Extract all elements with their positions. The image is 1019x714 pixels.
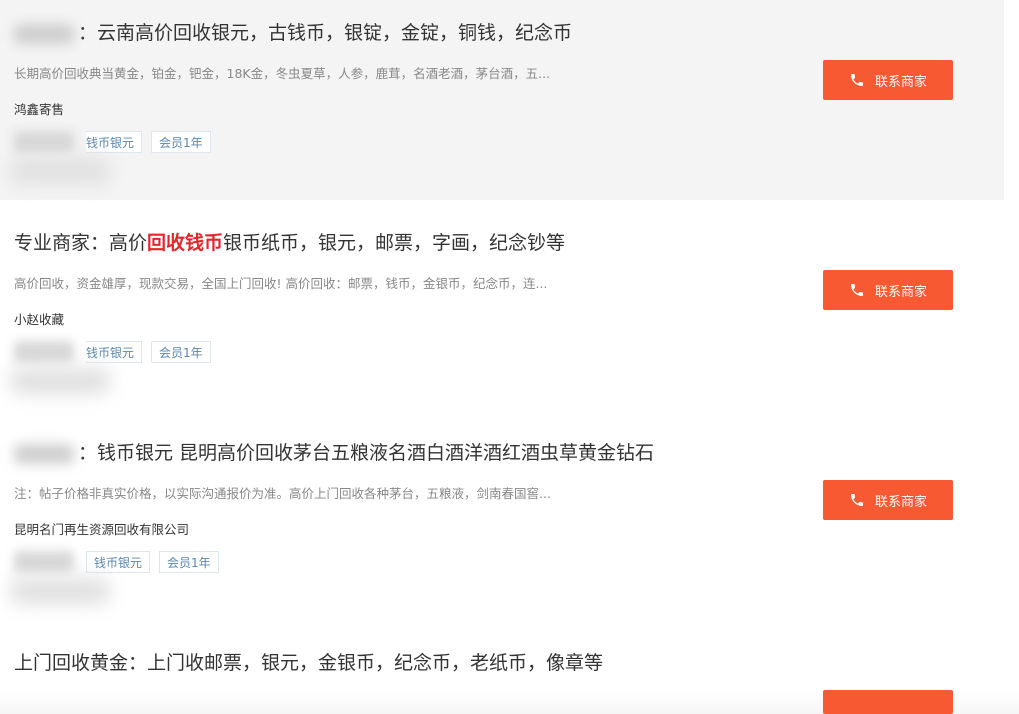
phone-icon [850,284,863,296]
listing-description: 注：帖子价格非真实价格，以实际沟通报价为准。高价上门回收各种茅台，五粮液，剑南春… [14,486,551,501]
blurred-label [14,23,74,44]
company-name[interactable]: 昆明名门再生资源回收有限公司 [14,519,189,538]
title-prefix: ： [78,442,98,464]
contact-button-label: 联系商家 [874,74,927,90]
contact-button-label: 联系商家 [874,284,927,300]
title-main: 上门收邮票，银元，金银币，纪念币，老纸币，像章等 [147,652,604,674]
blurred-badge [10,158,110,184]
blurred-badge [10,578,110,604]
title-prefix: 上门回收黄金： [14,652,148,674]
tag-category[interactable]: 钱币银元 [86,131,143,153]
tag-membership: 会员1年 [151,131,211,153]
tag-category[interactable]: 钱币银元 [86,551,151,573]
tag-row: 钱币银元 会员1年 [14,340,220,364]
listing-description: 高价回收，资金雄厚，现款交易，全国上门回收! 高价回收：邮票，钱币，金银币，纪念… [14,276,548,291]
title-prefix: ： [78,22,98,44]
listing-description: 长期高价回收典当黄金，铂金，钯金，18K金，冬虫夏草，人参，鹿茸，名酒老酒，茅台… [14,66,551,81]
blurred-tag [14,551,74,573]
blurred-tag [14,341,74,363]
title-main: 钱币银元 昆明高价回收茅台五粮液名酒白酒洋酒红酒虫草黄金钻石 [97,442,655,464]
title-main: 云南高价回收银元，古钱币，银锭，金锭，铜钱，纪念币 [97,22,573,44]
title-prefix: 专业商家： [14,232,110,254]
listing-title[interactable]: ：云南高价回收银元，古钱币，银锭，金锭，铜钱，纪念币 [14,20,572,46]
listing-title[interactable]: 上门回收黄金：上门收邮票，银元，金银币，纪念币，老纸币，像章等 [14,650,603,676]
contact-merchant-button[interactable]: 联系商家 [823,270,953,310]
contact-merchant-button[interactable]: 联系商家 [823,60,953,100]
blurred-tag [14,131,74,153]
phone-icon [850,494,863,506]
listing-title[interactable]: 专业商家：高价回收钱币银币纸币，银元，邮票，字画，纪念钞等 [14,230,565,256]
title-main: 高价 [109,232,148,254]
title-suffix: 银币纸币，银元，邮票，字画，纪念钞等 [223,232,566,254]
tag-row: 钱币银元 会员1年 [14,550,228,574]
contact-button-label: 联系商家 [874,494,927,510]
tag-row: 钱币银元 会员1年 [14,130,220,154]
company-name[interactable]: 鸿鑫寄售 [14,99,64,118]
listing-item[interactable]: 专业商家：高价回收钱币银币纸币，银元，邮票，字画，纪念钞等 高价回收，资金雄厚，… [0,210,1004,410]
contact-merchant-button[interactable]: 联系商家 [823,480,953,520]
listing-title[interactable]: ：钱币银元 昆明高价回收茅台五粮液名酒白酒洋酒红酒虫草黄金钻石 [14,440,654,466]
listing-item[interactable]: ：钱币银元 昆明高价回收茅台五粮液名酒白酒洋酒红酒虫草黄金钻石 注：帖子价格非真… [0,420,1004,620]
blurred-label [14,443,74,464]
company-name[interactable]: 小赵收藏 [14,309,64,328]
listing-item[interactable]: ：云南高价回收银元，古钱币，银锭，金锭，铜钱，纪念币 长期高价回收典当黄金，铂金… [0,0,1004,200]
title-highlight: 回收钱币 [147,232,224,254]
phone-icon [850,74,863,86]
tag-category[interactable]: 钱币银元 [86,341,143,363]
contact-merchant-button-partial[interactable] [823,690,953,714]
tag-membership: 会员1年 [151,341,211,363]
listing-page: ：云南高价回收银元，古钱币，银锭，金锭，铜钱，纪念币 长期高价回收典当黄金，铂金… [0,0,1019,714]
blurred-badge [10,368,110,394]
tag-membership: 会员1年 [159,551,219,573]
